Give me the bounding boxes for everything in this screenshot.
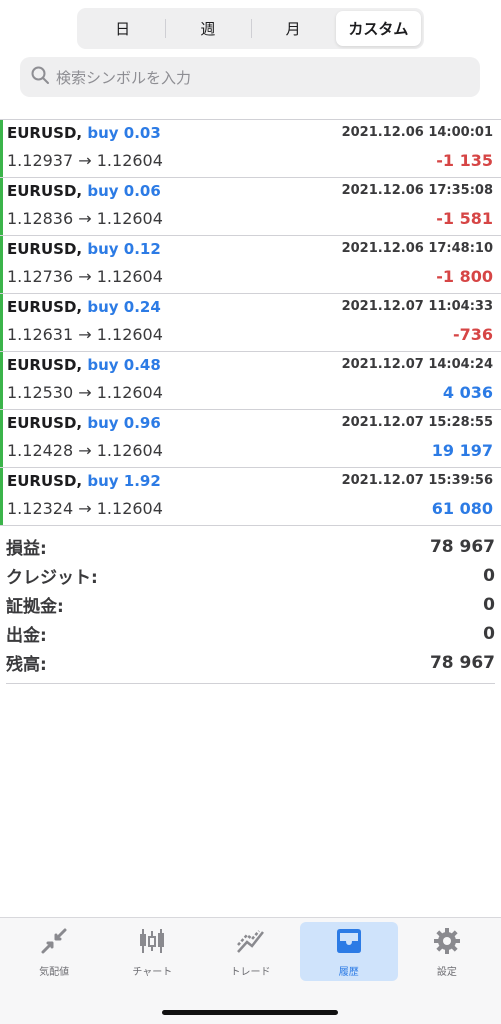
buy-indicator-bar <box>0 294 3 351</box>
summary-row-withdrawal: 出金: 0 <box>6 619 495 648</box>
tab-history[interactable]: 履歴 <box>299 922 398 981</box>
trade-row[interactable]: EURUSD, buy 1.92 2021.12.07 15:39:56 1.1… <box>0 468 501 526</box>
summary-value: 78 967 <box>429 536 495 557</box>
trade-profit: 4 036 <box>442 383 493 402</box>
trade-time: 2021.12.07 14:04:24 <box>341 357 493 372</box>
symbol-search-input[interactable]: 検索シンボルを入力 <box>20 57 480 97</box>
buy-indicator-bar <box>0 410 3 467</box>
trade-side-volume: buy 0.48 <box>87 356 161 374</box>
summary-label: 残高: <box>6 655 47 675</box>
trade-symbol: EURUSD, <box>7 298 83 316</box>
trade-symbol: EURUSD, <box>7 182 83 200</box>
summary-row-profit: 損益: 78 967 <box>6 532 495 561</box>
summary-value: 78 967 <box>429 652 495 673</box>
trade-prices: 1.12631 → 1.12604 <box>7 325 163 344</box>
search-icon <box>30 65 50 89</box>
trade-side-volume: buy 0.03 <box>87 124 161 142</box>
trade-side-volume: buy 0.12 <box>87 240 161 258</box>
trade-row[interactable]: EURUSD, buy 0.12 2021.12.06 17:48:10 1.1… <box>0 236 501 294</box>
tab-label: 履歴 <box>338 966 359 978</box>
trade-time: 2021.12.07 15:39:56 <box>341 473 493 488</box>
trade-row[interactable]: EURUSD, buy 0.06 2021.12.06 17:35:08 1.1… <box>0 178 501 236</box>
trade-profit: 61 080 <box>431 499 493 518</box>
trade-symbol: EURUSD, <box>7 124 83 142</box>
trade-symbol: EURUSD, <box>7 240 83 258</box>
account-summary: 損益: 78 967 クレジット: 0 証拠金: 0 出金: 0 残高: 78 … <box>6 532 495 684</box>
search-placeholder: 検索シンボルを入力 <box>56 68 192 87</box>
trade-side-volume: buy 0.96 <box>87 414 161 432</box>
quotes-icon <box>38 926 70 960</box>
home-indicator[interactable] <box>162 1010 338 1015</box>
trade-icon <box>235 926 267 960</box>
tab-settings[interactable]: 設定 <box>398 922 496 981</box>
trade-profit: -1 800 <box>436 267 493 286</box>
summary-row-deposit: 証拠金: 0 <box>6 590 495 619</box>
bottom-tab-bar: 気配値 チャート トレード 履歴 設定 <box>0 917 501 1024</box>
segment-day[interactable]: 日 <box>80 11 165 46</box>
segment-custom[interactable]: カスタム <box>335 11 421 46</box>
trade-symbol: EURUSD, <box>7 472 83 490</box>
history-inbox-icon <box>333 926 365 960</box>
trade-prices: 1.12836 → 1.12604 <box>7 209 163 228</box>
summary-value: 0 <box>483 565 495 586</box>
buy-indicator-bar <box>0 120 3 177</box>
trade-prices: 1.12428 → 1.12604 <box>7 441 163 460</box>
trade-row[interactable]: EURUSD, buy 0.03 2021.12.06 14:00:01 1.1… <box>0 120 501 178</box>
tab-label: 気配値 <box>39 966 70 978</box>
summary-row-balance: 残高: 78 967 <box>6 648 495 677</box>
trade-row[interactable]: EURUSD, buy 0.24 2021.12.07 11:04:33 1.1… <box>0 294 501 352</box>
trade-symbol: EURUSD, <box>7 356 83 374</box>
trade-side-volume: buy 0.24 <box>87 298 161 316</box>
tab-trade[interactable]: トレード <box>201 922 299 981</box>
summary-label: クレジット: <box>6 568 98 588</box>
trade-profit: -1 581 <box>436 209 493 228</box>
trade-history-list: EURUSD, buy 0.03 2021.12.06 14:00:01 1.1… <box>0 119 501 526</box>
buy-indicator-bar <box>0 178 3 235</box>
summary-value: 0 <box>483 594 495 615</box>
buy-indicator-bar <box>0 352 3 409</box>
trade-time: 2021.12.06 14:00:01 <box>341 125 493 140</box>
period-segmented-control: 日 週 月 カスタム <box>77 8 424 49</box>
tab-label: トレード <box>230 966 271 978</box>
trade-symbol: EURUSD, <box>7 414 83 432</box>
summary-label: 出金: <box>6 626 47 646</box>
buy-indicator-bar <box>0 468 3 525</box>
gear-icon <box>431 926 463 960</box>
tab-label: 設定 <box>436 966 457 978</box>
trade-prices: 1.12530 → 1.12604 <box>7 383 163 402</box>
trade-side-volume: buy 0.06 <box>87 182 161 200</box>
candlestick-chart-icon <box>136 926 168 960</box>
buy-indicator-bar <box>0 236 3 293</box>
trade-profit: -1 135 <box>436 151 493 170</box>
summary-row-credit: クレジット: 0 <box>6 561 495 590</box>
trade-side-volume: buy 1.92 <box>87 472 161 490</box>
trade-time: 2021.12.06 17:35:08 <box>341 183 493 198</box>
tab-quotes[interactable]: 気配値 <box>5 922 103 981</box>
summary-label: 損益: <box>6 539 47 559</box>
summary-value: 0 <box>483 623 495 644</box>
trade-time: 2021.12.07 15:28:55 <box>341 415 493 430</box>
trade-profit: -736 <box>452 325 493 344</box>
segment-week[interactable]: 週 <box>165 11 250 46</box>
trade-prices: 1.12324 → 1.12604 <box>7 499 163 518</box>
trade-time: 2021.12.06 17:48:10 <box>341 241 493 256</box>
tab-chart[interactable]: チャート <box>103 922 201 981</box>
summary-label: 証拠金: <box>6 597 64 617</box>
trade-time: 2021.12.07 11:04:33 <box>341 299 493 314</box>
trade-row[interactable]: EURUSD, buy 0.96 2021.12.07 15:28:55 1.1… <box>0 410 501 468</box>
trade-prices: 1.12736 → 1.12604 <box>7 267 163 286</box>
trade-row[interactable]: EURUSD, buy 0.48 2021.12.07 14:04:24 1.1… <box>0 352 501 410</box>
segment-month[interactable]: 月 <box>250 11 336 46</box>
trade-profit: 19 197 <box>431 441 493 460</box>
tab-label: チャート <box>132 966 173 978</box>
trade-prices: 1.12937 → 1.12604 <box>7 151 163 170</box>
